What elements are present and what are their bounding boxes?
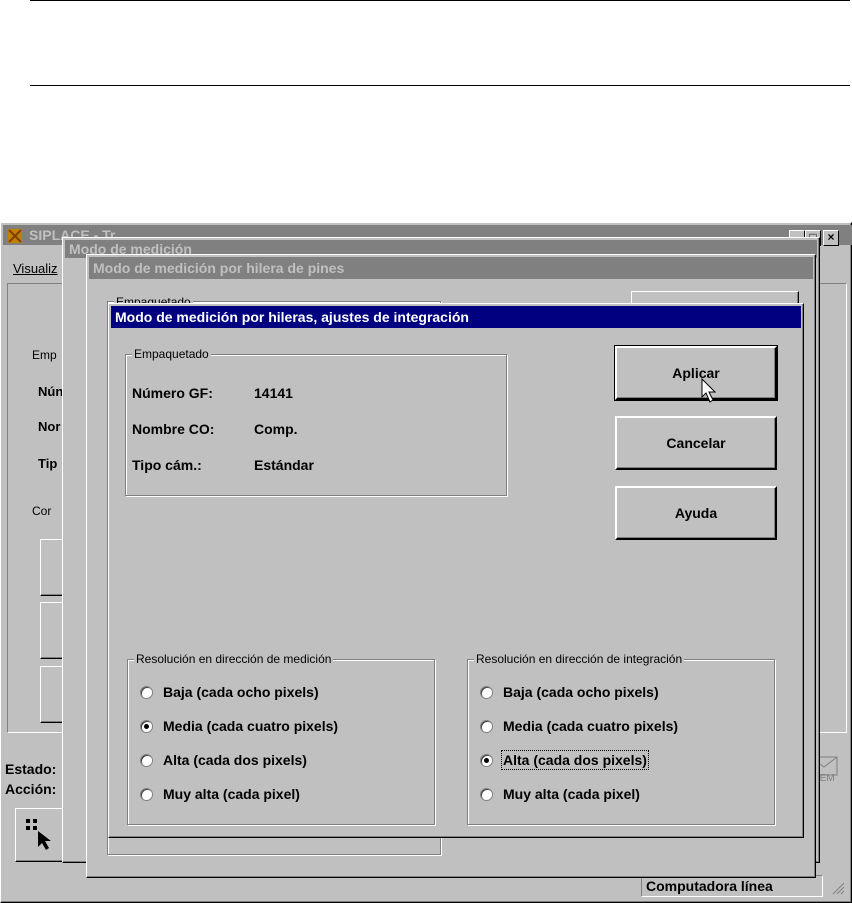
second-rule	[30, 85, 850, 86]
integration-dialog-titlebar: Modo de medición por hileras, ajustes de…	[111, 306, 801, 328]
integration-radio-low[interactable]: Baja (cada ocho pixels)	[480, 684, 659, 700]
gf-number-label: Número GF:	[132, 385, 213, 401]
measure-resolution-group: Resolución en dirección de medición Baja…	[127, 651, 435, 825]
integration-resolution-legend: Resolución en dirección de integración	[474, 651, 685, 667]
resize-grip-icon[interactable]	[829, 879, 845, 895]
top-rule	[30, 0, 850, 1]
package-group: Empaquetado Número GF: 14141 Nombre CO: …	[125, 346, 507, 496]
integration-radio-high-label: Alta (cada dos pixels)	[501, 750, 649, 770]
fragment-tip: Tip	[38, 456, 58, 471]
pointer-tool-button[interactable]	[15, 808, 65, 862]
status-label: Estado:	[5, 761, 57, 777]
radio-circle-icon	[480, 685, 493, 699]
close-button[interactable]: ×	[823, 230, 839, 246]
fragment-emp: Emp	[32, 348, 57, 362]
mouse-cursor-icon	[701, 377, 719, 407]
co-name-value: Comp.	[254, 421, 298, 437]
integration-radio-low-label: Baja (cada ocho pixels)	[503, 684, 659, 700]
measure-radio-very-high[interactable]: Muy alta (cada pixel)	[140, 786, 300, 802]
integration-radio-very-high-label: Muy alta (cada pixel)	[503, 786, 640, 802]
radio-checked-icon	[480, 753, 493, 767]
menu-visualize[interactable]: Visualiz	[13, 261, 58, 276]
measure-radio-medium[interactable]: Media (cada cuatro pixels)	[140, 718, 338, 734]
radio-circle-icon	[140, 753, 153, 767]
status-bar-text: Computadora línea	[646, 878, 773, 894]
integration-radio-high[interactable]: Alta (cada dos pixels)	[480, 750, 649, 770]
mid-dialog-titlebar: Modo de medición por hilera de pines	[89, 257, 813, 279]
measure-radio-high-label: Alta (cada dos pixels)	[163, 752, 307, 768]
help-button[interactable]: Ayuda	[615, 486, 777, 540]
cancel-button-label: Cancelar	[666, 435, 726, 451]
co-name-label: Nombre CO:	[132, 421, 215, 437]
integration-dialog-title: Modo de medición por hileras, ajustes de…	[115, 309, 469, 325]
radio-circle-icon	[480, 719, 493, 733]
cancel-button[interactable]: Cancelar	[615, 416, 777, 470]
measure-resolution-legend: Resolución en dirección de medición	[134, 651, 334, 667]
radio-checked-icon	[140, 719, 153, 733]
mid-dialog-title: Modo de medición por hilera de pines	[93, 260, 345, 276]
integration-dialog: Modo de medición por hileras, ajustes de…	[108, 303, 804, 838]
help-button-label: Ayuda	[674, 505, 718, 521]
integration-radio-very-high[interactable]: Muy alta (cada pixel)	[480, 786, 640, 802]
app-logo-icon	[7, 228, 23, 244]
measure-radio-medium-label: Media (cada cuatro pixels)	[163, 718, 339, 734]
gf-number-value: 14141	[254, 385, 293, 401]
action-label: Acción:	[5, 781, 57, 797]
integration-resolution-group: Resolución en dirección de integración B…	[467, 651, 775, 825]
measure-radio-high[interactable]: Alta (cada dos pixels)	[140, 752, 307, 768]
camera-type-value: Estándar	[254, 457, 314, 473]
radio-circle-icon	[480, 787, 493, 801]
measure-radio-low[interactable]: Baja (cada ocho pixels)	[140, 684, 319, 700]
fragment-nom: Nor	[38, 419, 61, 434]
package-group-legend: Empaquetado	[132, 346, 211, 362]
measure-radio-very-high-label: Muy alta (cada pixel)	[163, 786, 300, 802]
integration-radio-medium[interactable]: Media (cada cuatro pixels)	[480, 718, 678, 734]
fragment-cor: Cor	[32, 504, 52, 518]
camera-type-label: Tipo cám.:	[132, 457, 202, 473]
fragment-num: Nún	[38, 384, 64, 399]
radio-circle-icon	[140, 685, 153, 699]
integration-radio-medium-label: Media (cada cuatro pixels)	[503, 718, 679, 734]
measure-radio-low-label: Baja (cada ocho pixels)	[163, 684, 319, 700]
apply-button[interactable]: Aplicar	[614, 345, 778, 401]
status-bar-panel: Computadora línea	[641, 875, 823, 897]
radio-circle-icon	[140, 787, 153, 801]
pointer-grid-icon	[24, 817, 56, 854]
